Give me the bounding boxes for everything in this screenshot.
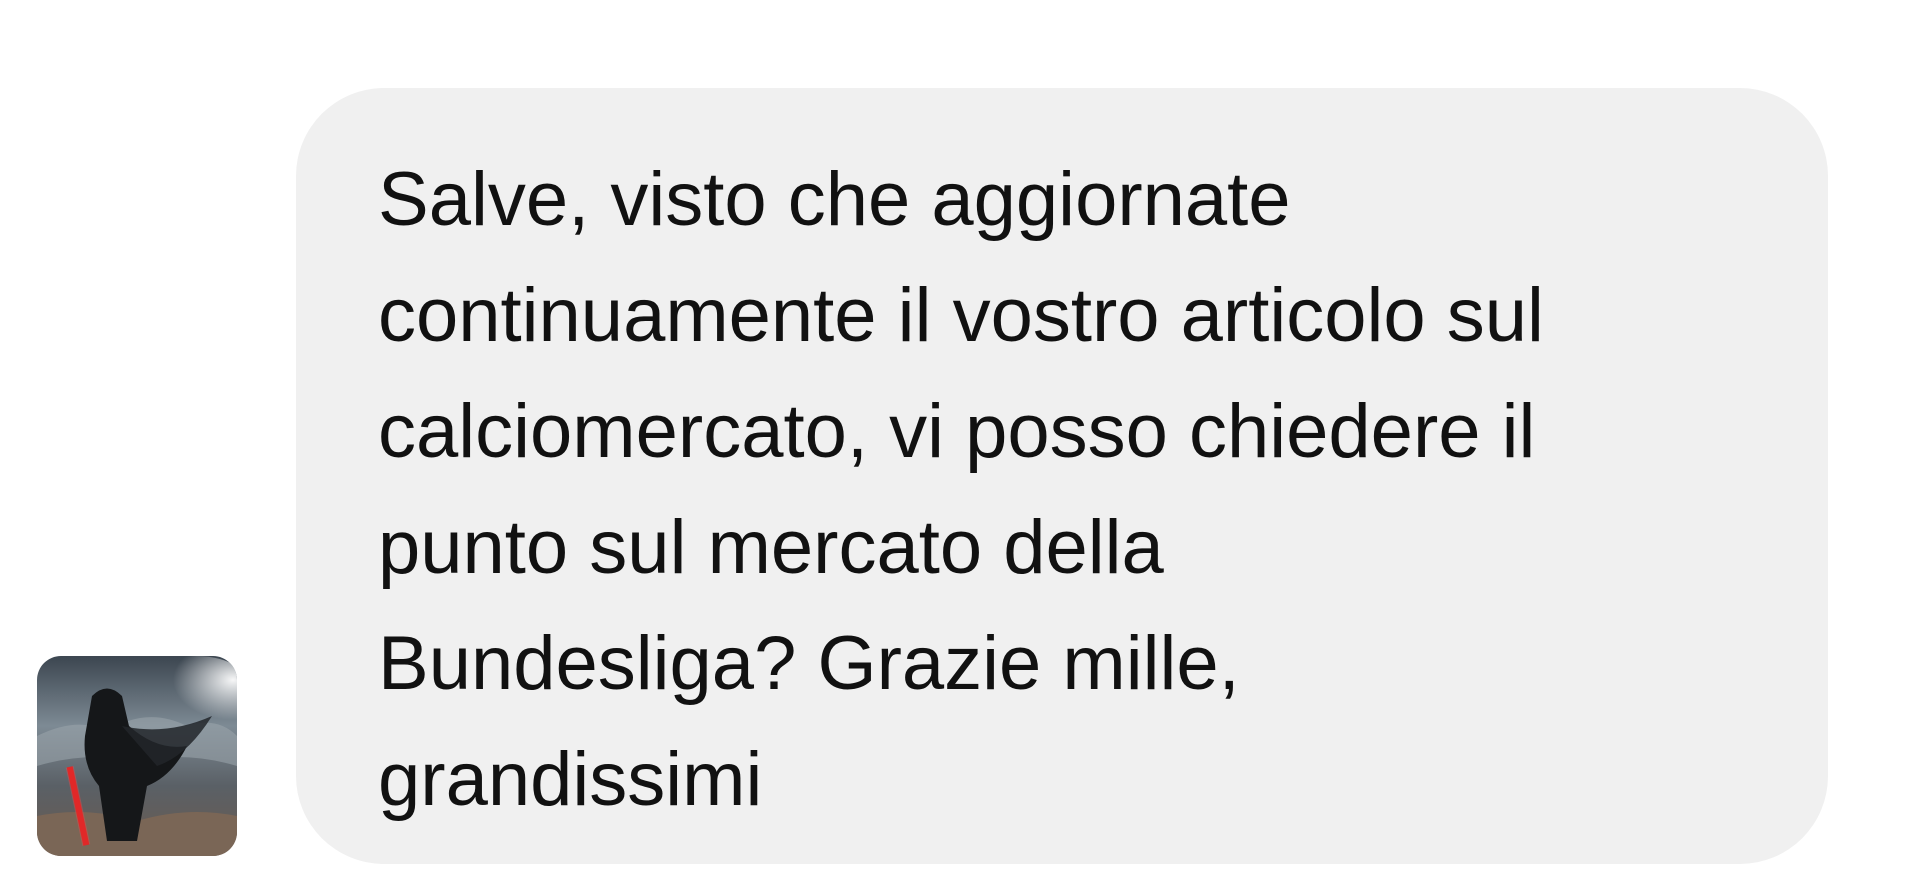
avatar[interactable]	[37, 656, 237, 856]
message-bubble[interactable]: Salve, visto che aggiornate continuament…	[296, 88, 1828, 864]
chat-message-row: Salve, visto che aggiornate continuament…	[0, 0, 1920, 870]
user-avatar-icon	[37, 656, 237, 856]
message-text: Salve, visto che aggiornate continuament…	[378, 157, 1544, 822]
